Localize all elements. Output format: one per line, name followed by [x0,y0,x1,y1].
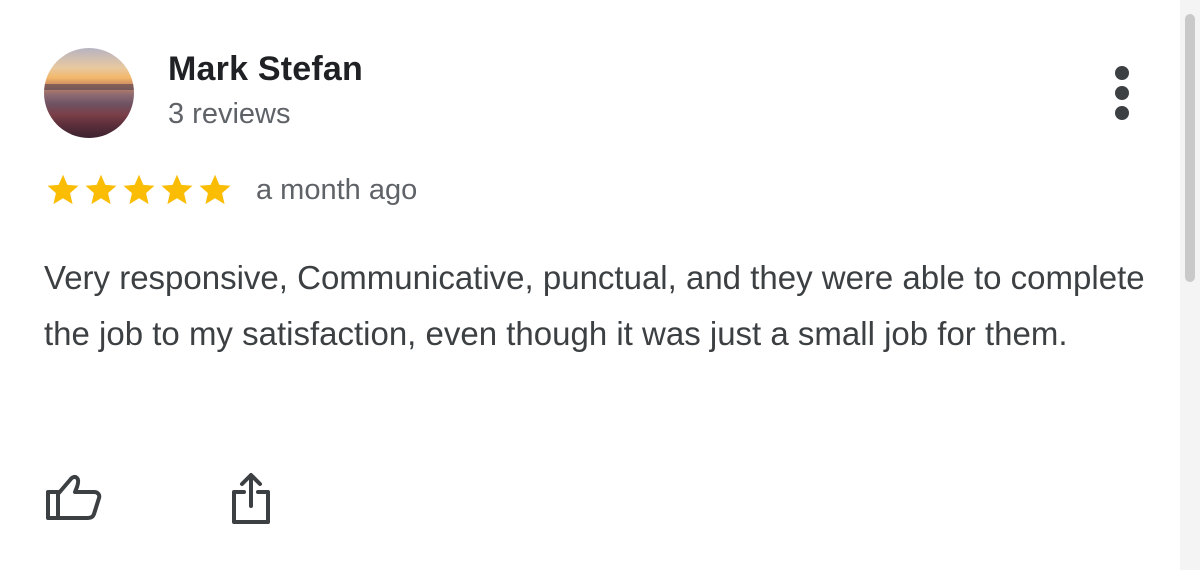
author-avatar[interactable] [44,48,134,138]
avatar-horizon [44,84,134,90]
review-text: Very responsive, Communicative, punctual… [44,259,1145,352]
star-icon [161,174,193,205]
review-time: a month ago [256,173,418,206]
scrollbar[interactable] [1180,0,1200,570]
scrollbar-thumb[interactable] [1185,14,1195,282]
star-icon [85,174,117,205]
more-vertical-icon [1115,106,1129,120]
star-icon [47,174,79,205]
author-name[interactable]: Mark Stefan [168,50,363,89]
thumbs-up-icon [46,474,102,520]
share-icon [232,473,270,524]
review-card: Mark Stefan 3 reviews a month ago Very r… [0,0,1200,570]
star-icon [199,174,231,205]
more-vertical-icon [1115,86,1129,100]
star-icon [123,174,155,205]
share-button[interactable] [226,472,276,528]
author-review-count: 3 reviews [168,98,291,130]
rating-row: a month ago [44,170,417,210]
star-rating [44,172,234,208]
more-vertical-icon [1115,66,1129,80]
like-button[interactable] [44,470,104,526]
more-options-button[interactable] [1100,62,1144,124]
